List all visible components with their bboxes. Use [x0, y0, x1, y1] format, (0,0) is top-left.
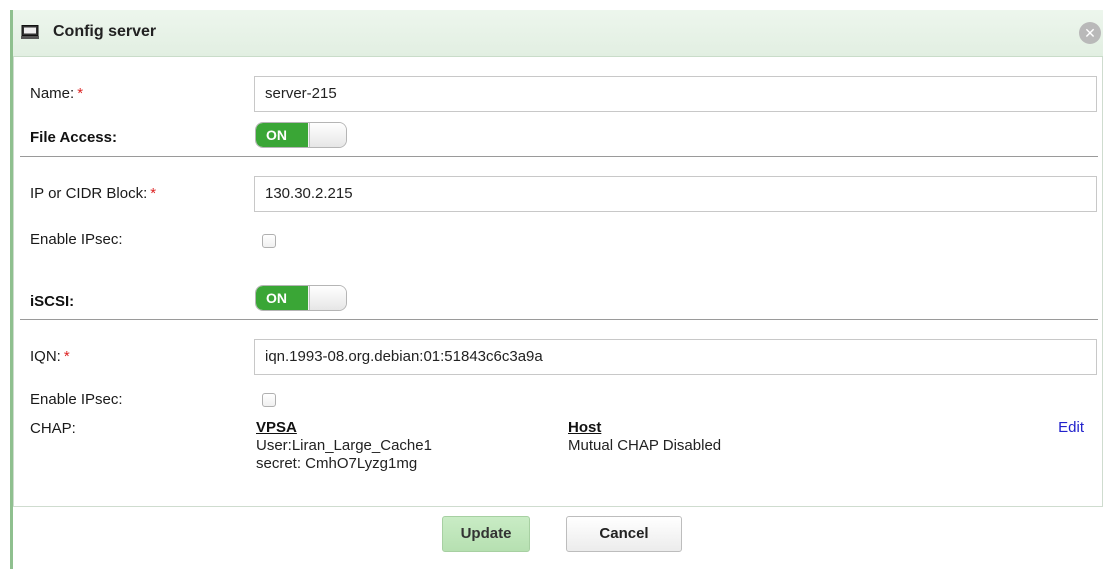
close-icon[interactable]: ✕	[1079, 22, 1101, 44]
name-label: Name: *	[30, 85, 83, 102]
required-marker: *	[150, 185, 157, 202]
section-divider	[20, 319, 1098, 320]
name-input[interactable]: server-215	[254, 76, 1097, 112]
server-config-form: Name: * server-215 File Access: ON IP or …	[13, 57, 1103, 507]
ip-ipsec-label: Enable IPsec:	[30, 231, 123, 248]
ip-label: IP or CIDR Block: *	[30, 185, 156, 202]
toggle-on-label: ON	[256, 123, 308, 147]
iqn-ipsec-label: Enable IPsec:	[30, 391, 123, 408]
iqn-label-text: IQN:	[30, 348, 61, 365]
chap-vpsa-heading: VPSA	[256, 419, 297, 436]
iscsi-label: iSCSI:	[30, 293, 75, 310]
dialog-titlebar[interactable]: Config server ✕	[13, 10, 1103, 57]
ip-label-text: IP or CIDR Block:	[30, 185, 148, 202]
chap-vpsa-secret: secret: CmhO7Lyzg1mg	[256, 455, 418, 472]
toggle-knob	[309, 123, 346, 147]
monitor-icon	[21, 25, 39, 39]
required-marker: *	[63, 348, 70, 365]
name-label-text: Name:	[30, 85, 75, 102]
section-divider	[20, 156, 1098, 157]
chap-label: CHAP:	[30, 420, 76, 437]
ip-ipsec-checkbox[interactable]	[262, 234, 276, 248]
required-marker: *	[77, 85, 84, 102]
file-access-toggle[interactable]: ON	[255, 122, 347, 148]
iqn-ipsec-checkbox[interactable]	[262, 393, 276, 407]
chap-host-heading: Host	[568, 419, 602, 436]
dialog-title: Config server	[53, 23, 157, 40]
cancel-button[interactable]: Cancel	[566, 516, 682, 552]
file-access-label: File Access:	[30, 129, 117, 146]
ip-input[interactable]: 130.30.2.215	[254, 176, 1097, 212]
chap-host-status: Mutual CHAP Disabled	[568, 437, 722, 454]
toggle-on-label: ON	[256, 286, 308, 310]
toggle-knob	[309, 286, 346, 310]
iqn-label: IQN: *	[30, 348, 70, 365]
config-server-dialog: Config server ✕ Name: * server-215 File A…	[10, 10, 1103, 569]
dialog-footer: Update Cancel	[13, 508, 1103, 569]
chap-edit-link[interactable]: Edit	[1058, 419, 1084, 436]
chap-vpsa-user: User:Liran_Large_Cache1	[256, 437, 432, 454]
iqn-input[interactable]: iqn.1993-08.org.debian:01:51843c6c3a9a	[254, 339, 1097, 375]
update-button[interactable]: Update	[442, 516, 530, 552]
iscsi-toggle[interactable]: ON	[255, 285, 347, 311]
